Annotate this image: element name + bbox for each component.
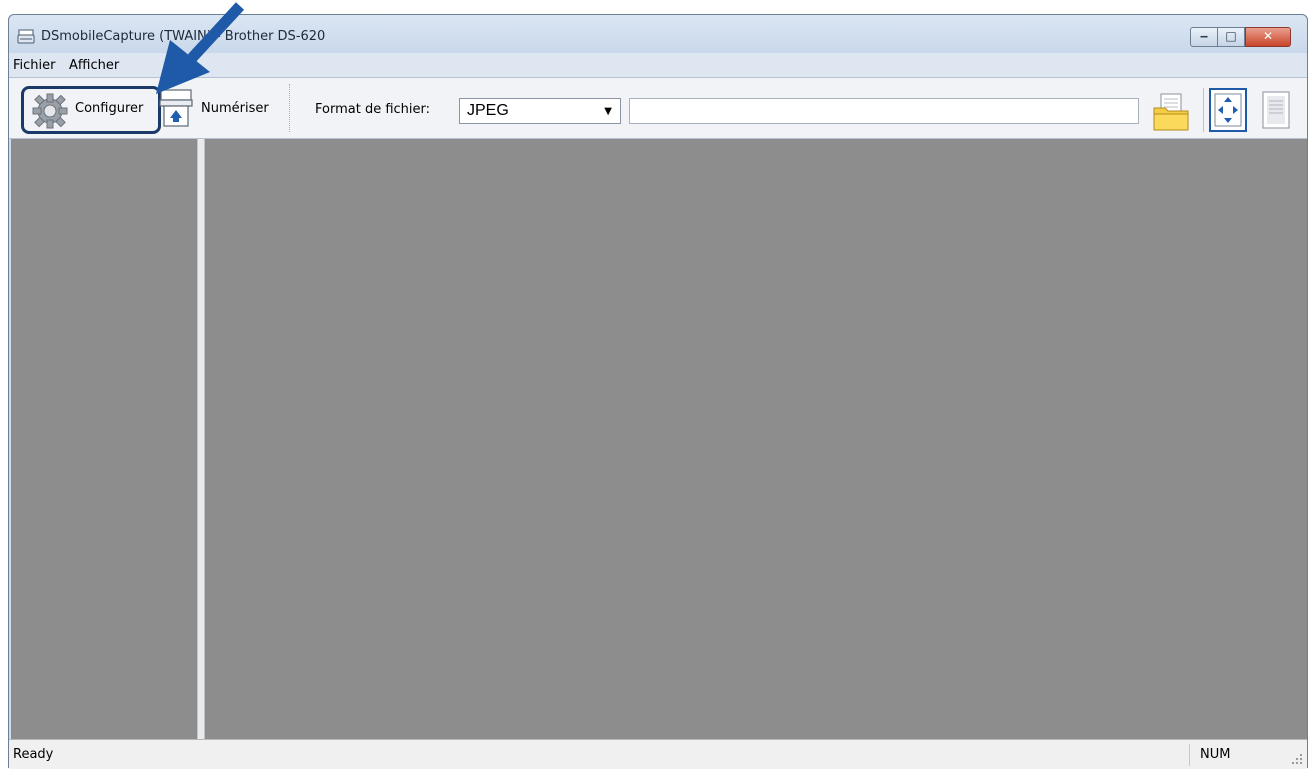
- toolbar-separator: [289, 84, 292, 132]
- format-label: Format de fichier:: [315, 102, 431, 117]
- status-text: Ready: [13, 747, 54, 762]
- configure-button[interactable]: Configurer: [27, 88, 159, 132]
- annotation-arrow-icon: [156, 2, 245, 94]
- menu-fichier[interactable]: Fichier: [13, 58, 56, 73]
- menu-afficher[interactable]: Afficher: [69, 58, 119, 73]
- maximize-button[interactable]: □: [1217, 27, 1245, 47]
- app-window: DSmobileCapture (TWAIN) - Brother DS-620…: [8, 14, 1308, 769]
- fit-to-window-button[interactable]: [1209, 88, 1247, 132]
- scanner-icon: [17, 29, 35, 44]
- toolbar-divider: [1203, 88, 1204, 132]
- resize-grip-icon[interactable]: [1291, 753, 1303, 765]
- folder-icon[interactable]: [1151, 90, 1191, 134]
- chevron-down-icon: ▼: [604, 106, 612, 117]
- minimize-icon: ‒: [1199, 29, 1209, 43]
- minimize-button[interactable]: ‒: [1190, 27, 1218, 47]
- file-format-select[interactable]: JPEG ▼: [459, 98, 621, 124]
- gear-icon: [32, 93, 68, 129]
- configure-label: Configurer: [75, 101, 144, 116]
- maximize-icon: □: [1225, 29, 1237, 43]
- status-bar: Ready NUM: [9, 739, 1307, 769]
- pane-splitter[interactable]: [197, 139, 205, 739]
- single-page-icon[interactable]: [1259, 88, 1293, 132]
- file-format-value: JPEG: [467, 102, 509, 119]
- close-icon: ✕: [1262, 29, 1274, 43]
- scan-label: Numériser: [201, 101, 269, 116]
- file-path-field[interactable]: [629, 98, 1139, 124]
- fit-to-window-icon: [1214, 93, 1242, 127]
- close-button[interactable]: ✕: [1245, 27, 1291, 47]
- num-lock-indicator: NUM: [1189, 744, 1249, 766]
- image-preview-pane[interactable]: [205, 139, 1307, 739]
- thumbnail-pane[interactable]: [11, 139, 197, 739]
